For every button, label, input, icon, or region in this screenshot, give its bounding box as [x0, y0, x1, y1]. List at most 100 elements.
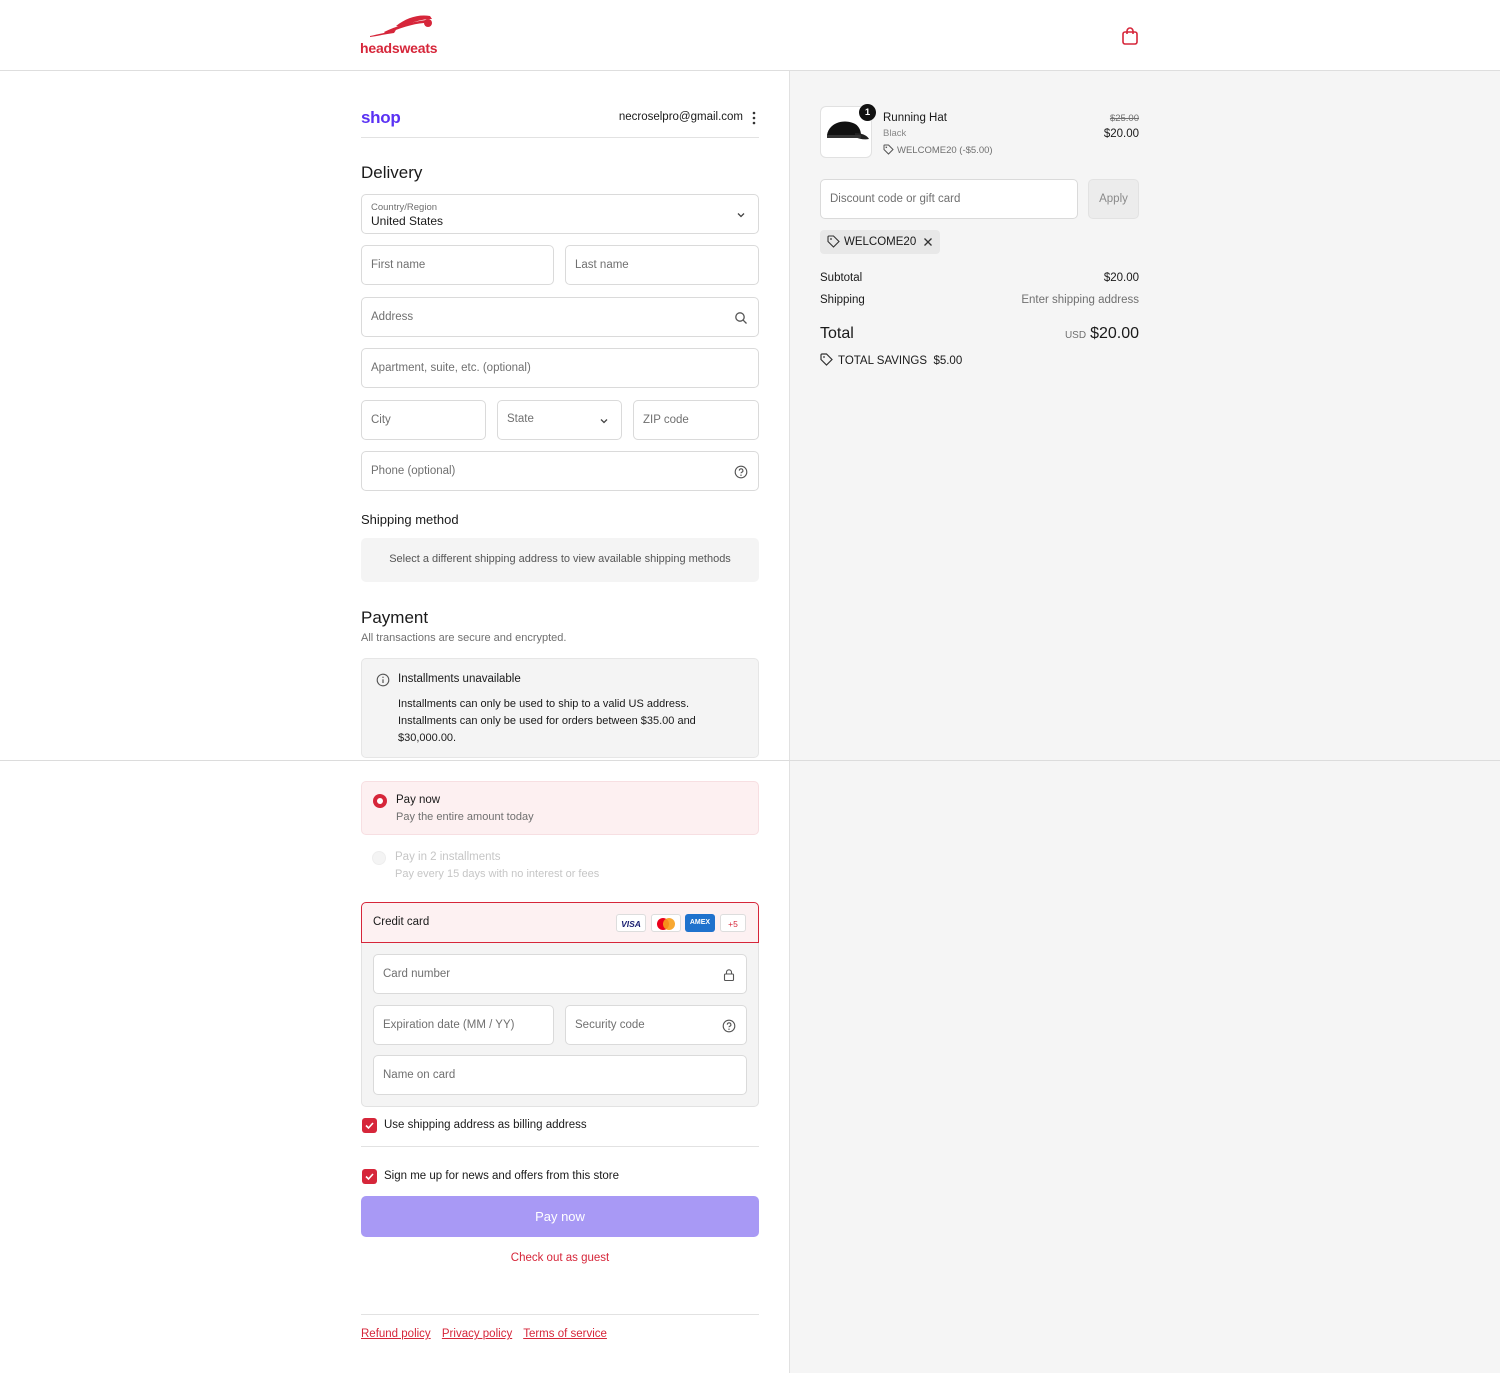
name-on-card-field[interactable]: Name on card [373, 1055, 747, 1095]
first-name-placeholder: First name [371, 259, 426, 271]
savings-label: TOTAL SAVINGS [838, 355, 928, 367]
card-number-field[interactable]: Card number [373, 954, 747, 994]
terms-of-service-link[interactable]: Terms of service [523, 1328, 607, 1340]
installments-body: Installments can only be used to ship to… [398, 696, 738, 747]
zip-placeholder: ZIP code [643, 414, 689, 426]
installments-notice: Installments unavailable Installments ca… [361, 658, 759, 758]
discount-code-placeholder: Discount code or gift card [830, 193, 961, 205]
newsletter-checkbox[interactable] [362, 1169, 377, 1184]
apply-discount-button[interactable]: Apply [1088, 179, 1139, 219]
top-header: headsweats [0, 0, 1500, 71]
last-name-placeholder: Last name [575, 259, 629, 271]
pay-now-title: Pay now [396, 794, 441, 806]
section-divider [361, 1146, 759, 1147]
pay-installments-option: Pay in 2 installments Pay every 15 days … [361, 839, 759, 893]
checkmark-icon [365, 1122, 374, 1130]
pay-now-radio[interactable] [373, 794, 387, 808]
runner-logo-icon [370, 15, 432, 37]
subtotal-label: Subtotal [820, 272, 863, 284]
original-price: $25.00 [1109, 113, 1139, 124]
country-value: United States [371, 214, 444, 228]
total-currency: USD [1064, 330, 1087, 341]
state-placeholder: State [507, 413, 534, 425]
pay-now-button[interactable]: Pay now [361, 1196, 759, 1237]
total-label: Total [820, 325, 854, 342]
zip-field[interactable]: ZIP code [633, 400, 759, 440]
installments-title: Installments unavailable [398, 673, 521, 685]
billing-same-checkbox[interactable] [362, 1118, 377, 1133]
shipping-method-note-text: Select a different shipping address to v… [389, 553, 731, 565]
help-circle-icon[interactable] [734, 465, 748, 479]
account-email: necroselpro@gmail.com [618, 111, 743, 123]
expiration-placeholder: Expiration date (MM / YY) [383, 1019, 515, 1031]
pay-installments-radio [372, 851, 386, 865]
shipping-method-note: Select a different shipping address to v… [361, 538, 759, 582]
credit-card-option[interactable]: Credit card VISA AMEX +5 [361, 902, 759, 943]
product-discount: WELCOME20 (-$5.00) [883, 142, 993, 156]
refund-policy-link[interactable]: Refund policy [361, 1328, 431, 1340]
security-code-field[interactable]: Security code [565, 1005, 747, 1045]
quantity-badge: 1 [859, 104, 876, 121]
chevron-down-icon [600, 419, 608, 424]
pay-now-subtitle: Pay the entire amount today [396, 811, 534, 823]
installments-line-1: Installments can only be used to ship to… [398, 698, 690, 710]
newsletter-label: Sign me up for news and offers from this… [384, 1170, 620, 1182]
apartment-field[interactable]: Apartment, suite, etc. (optional) [361, 348, 759, 388]
phone-field[interactable]: Phone (optional) [361, 451, 759, 491]
footer-links: Refund policy Privacy policy Terms of se… [361, 1328, 615, 1340]
account-row: shop necroselpro@gmail.com [361, 100, 759, 138]
lock-icon [723, 969, 735, 982]
installments-line-2: Installments can only be used for orders… [398, 715, 696, 744]
phone-placeholder: Phone (optional) [371, 465, 456, 477]
checkout-as-guest-link[interactable]: Check out as guest [361, 1252, 759, 1264]
expiration-date-field[interactable]: Expiration date (MM / YY) [373, 1005, 554, 1045]
product-variant: Black [883, 128, 907, 139]
total-savings: TOTAL SAVINGS $5.00 [820, 351, 962, 367]
product-discount-text: WELCOME20 (-$5.00) [897, 145, 993, 156]
tag-icon [883, 144, 894, 155]
pay-now-option[interactable]: Pay now Pay the entire amount today [361, 781, 759, 835]
info-icon [376, 673, 390, 687]
visa-icon: VISA [616, 914, 646, 932]
credit-card-label: Credit card [373, 916, 430, 928]
shopping-bag-icon [1122, 27, 1138, 45]
product-name: Running Hat [883, 112, 947, 124]
mastercard-icon [651, 914, 681, 932]
brand-logo[interactable]: headsweats [360, 14, 444, 58]
privacy-policy-link[interactable]: Privacy policy [442, 1328, 512, 1340]
cart-button[interactable] [1120, 26, 1140, 46]
first-name-field[interactable]: First name [361, 245, 554, 285]
shipping-value: Enter shipping address [1021, 294, 1139, 306]
country-select[interactable]: Country/Region United States [361, 194, 759, 234]
discounted-price: $20.00 [1103, 128, 1139, 140]
shipping-label: Shipping [820, 294, 865, 306]
subtotal-value: $20.00 [1103, 272, 1139, 284]
applied-discount-code: WELCOME20 [844, 236, 917, 248]
state-select[interactable]: State [497, 400, 622, 440]
help-circle-icon[interactable] [722, 1019, 736, 1033]
pay-installments-title: Pay in 2 installments [395, 851, 501, 863]
fold-divider [0, 760, 1500, 761]
name-on-card-placeholder: Name on card [383, 1069, 456, 1081]
pay-installments-subtitle: Pay every 15 days with no interest or fe… [395, 868, 600, 880]
shipping-method-heading: Shipping method [361, 512, 459, 527]
search-icon [735, 312, 747, 324]
checkmark-icon [365, 1173, 374, 1181]
more-cards-badge: +5 [720, 914, 746, 932]
close-icon[interactable] [923, 237, 933, 247]
kebab-menu-icon[interactable] [751, 110, 757, 126]
security-code-placeholder: Security code [575, 1019, 645, 1031]
city-placeholder: City [371, 414, 391, 426]
last-name-field[interactable]: Last name [565, 245, 759, 285]
chevron-down-icon [737, 213, 745, 218]
applied-discount-chip: WELCOME20 [820, 230, 941, 254]
discount-code-input[interactable]: Discount code or gift card [820, 179, 1078, 219]
address-field[interactable]: Address [361, 297, 759, 337]
brand-name: headsweats [360, 40, 438, 56]
order-summary-pane [789, 71, 1500, 1373]
total-amount: USD $20.00 [1065, 325, 1139, 343]
amex-icon: AMEX [685, 914, 715, 932]
city-field[interactable]: City [361, 400, 486, 440]
country-label: Country/Region [371, 202, 438, 213]
payment-subtext: All transactions are secure and encrypte… [361, 632, 567, 644]
